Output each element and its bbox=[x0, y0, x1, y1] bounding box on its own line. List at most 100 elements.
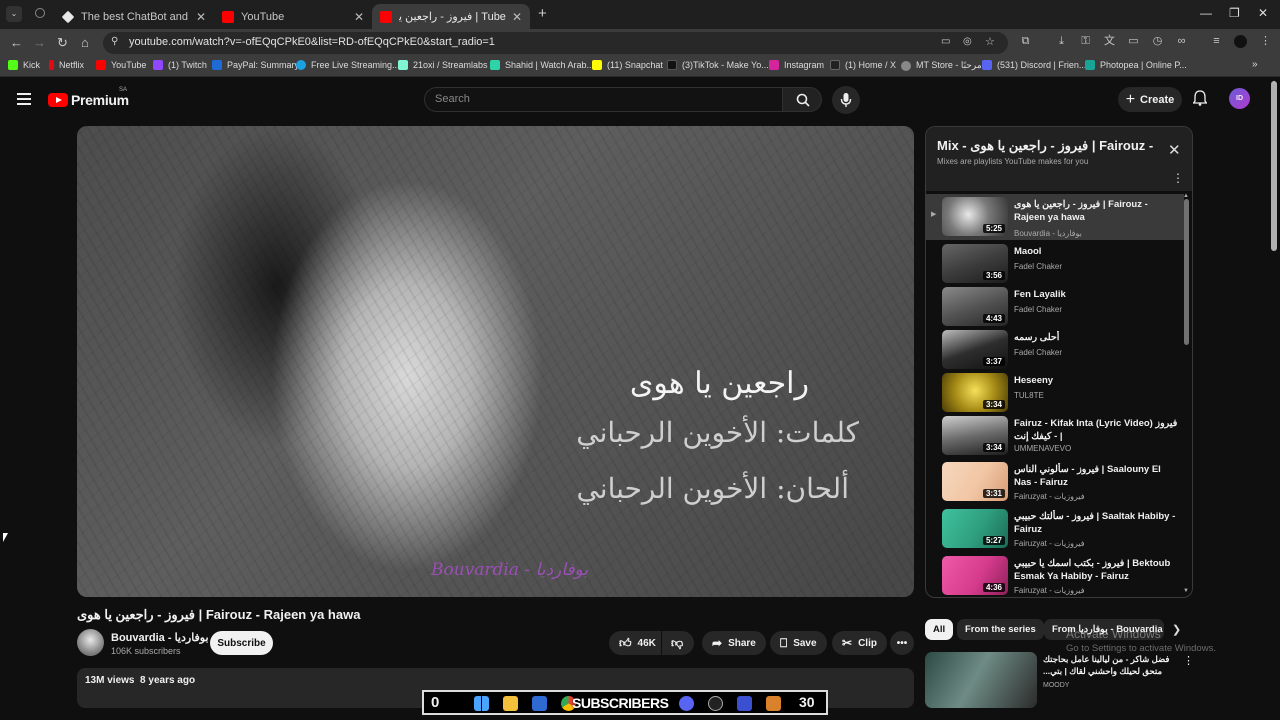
paypal-icon bbox=[212, 60, 222, 70]
create-button[interactable]: + Create bbox=[1118, 87, 1182, 112]
chip-all[interactable]: All bbox=[925, 619, 954, 640]
tab-search-icon[interactable]: ⌄ bbox=[6, 6, 22, 22]
playlist-item[interactable]: 3:56 Maool Fadel Chaker bbox=[926, 241, 1184, 287]
tab-groups-icon[interactable] bbox=[35, 8, 45, 18]
playlist-title[interactable]: Mix - فيروز - راجعين يا هوى | Fairouz - … bbox=[937, 138, 1157, 154]
playlist-item[interactable]: 3:34 Heseeny TUL8TE bbox=[926, 370, 1184, 416]
reload-icon[interactable]: ↻ bbox=[57, 35, 68, 51]
cast-icon[interactable]: ▭ bbox=[941, 36, 950, 47]
scroll-up-icon[interactable]: ▲ bbox=[1183, 193, 1189, 199]
playlist-item[interactable]: 3:37 أحلى رسمه Fadel Chaker bbox=[926, 327, 1184, 373]
address-bar[interactable]: ⚲ youtube.com/watch?v=-ofEQqCPkE0&list=R… bbox=[103, 32, 1008, 54]
channel-name[interactable]: Bouvardia - بوفارديا bbox=[111, 631, 209, 644]
browser-menu-icon[interactable]: ⋮ bbox=[1259, 35, 1272, 48]
new-tab-button[interactable]: + bbox=[538, 5, 547, 22]
share-button[interactable]: ➦ Share bbox=[702, 631, 766, 655]
bookmark-kick[interactable]: Kick bbox=[8, 60, 40, 70]
chip-from-series[interactable]: From the series bbox=[957, 619, 1044, 640]
subscribe-button[interactable]: Subscribe bbox=[210, 631, 273, 655]
video-player[interactable]: راجعين يا هوى كلمات: الأخوين الرحباني أل… bbox=[77, 126, 914, 597]
bookmark-snapchat[interactable]: (11) Snapchat bbox=[592, 60, 663, 70]
reading-list-icon[interactable]: ≡ bbox=[1210, 35, 1223, 48]
page-scroll-up-icon[interactable]: ▲ bbox=[1271, 80, 1277, 86]
eye-off-icon[interactable]: ◎ bbox=[963, 36, 972, 47]
bookmark-instagram[interactable]: Instagram bbox=[769, 60, 824, 70]
more-actions-button[interactable]: ••• bbox=[890, 631, 914, 655]
translate-icon[interactable]: 文 bbox=[1103, 35, 1116, 48]
page-scrollbar[interactable] bbox=[1271, 81, 1277, 251]
search-button[interactable] bbox=[782, 87, 822, 112]
dislike-button[interactable]: 👎︎ bbox=[662, 631, 694, 655]
channel-avatar[interactable] bbox=[77, 629, 104, 656]
bookmark-shahid[interactable]: Shahid | Watch Arab... bbox=[490, 60, 594, 70]
bookmarks-overflow-icon[interactable]: » bbox=[1252, 59, 1258, 70]
playlist-item[interactable]: 5:27 فيروز - سألتك حبيبي | Saaltak Habib… bbox=[926, 506, 1184, 552]
download-icon[interactable]: ⤓ bbox=[1055, 35, 1068, 48]
voice-search-button[interactable] bbox=[832, 86, 860, 114]
clip-button[interactable]: ✂ Clip bbox=[832, 631, 887, 655]
playlist-item[interactable]: 3:34 Fairuz - Kifak Inta (Lyric Video) ف… bbox=[926, 413, 1184, 459]
save-button[interactable]: ⎕ Save bbox=[770, 631, 827, 655]
notifications-bell-icon[interactable] bbox=[1192, 90, 1208, 111]
app-orange-icon[interactable] bbox=[766, 696, 781, 711]
bookmark-paypal[interactable]: PayPal: Summary bbox=[212, 60, 299, 70]
scroll-down-icon[interactable]: ▼ bbox=[1183, 588, 1189, 594]
store-icon[interactable] bbox=[532, 696, 547, 711]
wallet-icon[interactable]: ▭ bbox=[1127, 35, 1140, 48]
tab-youtube[interactable]: YouTube ✕ bbox=[214, 4, 372, 29]
playlist-item[interactable]: 4:43 Fen Layalik Fadel Chaker bbox=[926, 284, 1184, 330]
playlist-item[interactable]: ▶ 5:25 فيروز - راجعين يا هوى | Fairouz -… bbox=[926, 194, 1184, 240]
close-icon[interactable]: ✕ bbox=[354, 10, 364, 24]
youtube-premium-logo[interactable]: Premium SA bbox=[48, 87, 129, 108]
window-close-icon[interactable]: ✕ bbox=[1258, 6, 1268, 20]
video-thumbnail: 3:31 bbox=[942, 462, 1008, 501]
bookmark-twitch[interactable]: (1) Twitch bbox=[153, 60, 207, 70]
close-icon[interactable]: ✕ bbox=[1168, 141, 1181, 159]
close-icon[interactable]: ✕ bbox=[196, 10, 206, 24]
item-title: Fairuz - Kifak Inta (Lyric Video) فيروز … bbox=[1014, 418, 1178, 442]
search-input[interactable] bbox=[435, 93, 765, 105]
bookmark-youtube[interactable]: YouTube bbox=[96, 60, 146, 70]
windows-start-icon[interactable] bbox=[474, 696, 489, 711]
link-icon[interactable]: ∞ bbox=[1175, 35, 1188, 48]
obs-icon[interactable] bbox=[708, 696, 723, 711]
bookmark-streaming[interactable]: Free Live Streaming... bbox=[296, 60, 400, 70]
bookmark-discord[interactable]: (531) Discord | Frien... bbox=[982, 60, 1086, 70]
maximize-icon[interactable]: ❐ bbox=[1229, 6, 1240, 20]
playlist-scrollbar[interactable] bbox=[1184, 199, 1189, 345]
playlist-item[interactable]: 3:31 فيروز - سألوني الناس | Saalouny El … bbox=[926, 459, 1184, 505]
history-icon[interactable]: ◷ bbox=[1151, 35, 1164, 48]
minimize-icon[interactable]: — bbox=[1200, 6, 1212, 20]
more-vertical-icon[interactable]: ⋮ bbox=[1183, 654, 1194, 667]
extensions-icon[interactable]: ⧉ bbox=[1019, 35, 1032, 48]
profile-avatar-icon[interactable] bbox=[1234, 35, 1247, 48]
bookmark-tiktok[interactable]: (3)TikTok - Make Yo... bbox=[667, 60, 769, 70]
forward-icon[interactable]: → bbox=[33, 35, 46, 50]
bookmark-netflix[interactable]: Netflix bbox=[49, 60, 84, 70]
back-icon[interactable]: ← bbox=[10, 35, 23, 50]
close-icon[interactable]: ✕ bbox=[512, 10, 522, 24]
file-explorer-icon[interactable] bbox=[503, 696, 518, 711]
more-vertical-icon[interactable]: ⋮ bbox=[1172, 171, 1184, 185]
bookmark-x[interactable]: (1) Home / X bbox=[830, 60, 896, 70]
windows-activation-hint: Go to Settings to activate Windows. bbox=[1066, 643, 1216, 654]
tab-chatbot[interactable]: The best ChatBot and Widgets ✕ bbox=[54, 4, 214, 29]
like-button[interactable]: 👍︎ 46K bbox=[609, 631, 661, 655]
netflix-icon bbox=[49, 60, 54, 70]
home-icon[interactable]: ⌂ bbox=[81, 35, 89, 50]
discord-icon[interactable] bbox=[679, 696, 694, 711]
account-avatar[interactable]: ID bbox=[1229, 88, 1250, 109]
site-info-icon[interactable]: ⚲ bbox=[111, 36, 118, 47]
bookmark-photopea[interactable]: Photopea | Online P... bbox=[1085, 60, 1187, 70]
tab-current-video[interactable]: Tube | فيروز - راجعين يا هوى ✕ bbox=[372, 4, 530, 29]
password-key-icon[interactable]: ⚿ bbox=[1079, 35, 1092, 48]
related-video-thumbnail[interactable] bbox=[925, 652, 1037, 708]
playlist-item[interactable]: 4:36 فيروز - بكتب اسمك يا حبيبي | Bektou… bbox=[926, 553, 1184, 597]
app-blue-icon[interactable] bbox=[737, 696, 752, 711]
chevron-right-icon[interactable]: ❯ bbox=[1172, 623, 1181, 636]
hamburger-menu-icon[interactable] bbox=[17, 93, 31, 105]
related-video-title[interactable]: فضل شاكر - من ليالينا عامل بحاجتك متحق ل… bbox=[1043, 653, 1173, 677]
bookmark-star-icon[interactable]: ☆ bbox=[985, 35, 995, 48]
bookmark-mtstore[interactable]: MT Store - مرحبًا bbox=[901, 60, 982, 71]
bookmark-streamlabs[interactable]: 21oxi / Streamlabs bbox=[398, 60, 488, 70]
